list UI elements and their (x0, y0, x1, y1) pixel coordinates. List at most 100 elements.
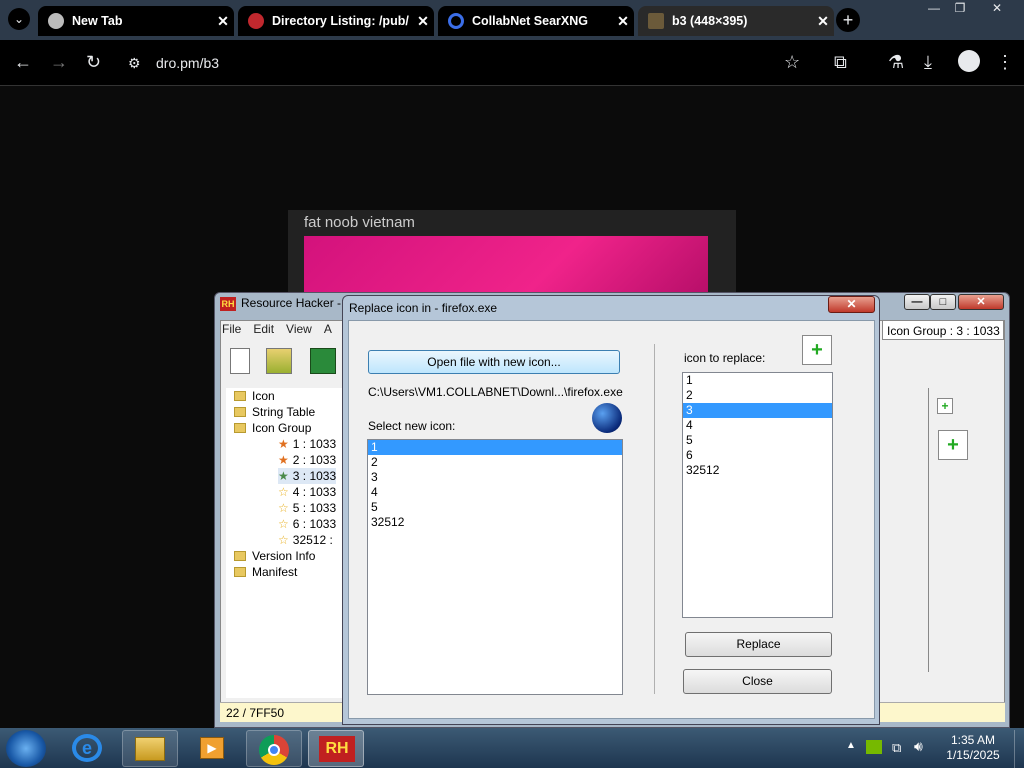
forward-icon[interactable]: → (50, 52, 68, 72)
save-file-icon[interactable] (310, 348, 336, 374)
network-icon[interactable]: ⧉ (892, 740, 901, 756)
menu-action[interactable]: A (324, 322, 332, 340)
tree-item-icon-group[interactable]: Icon Group (234, 420, 311, 436)
rh-minimize-button[interactable]: — (904, 294, 930, 310)
back-icon[interactable]: ← (14, 52, 32, 72)
reshacker-title: Resource Hacker - (241, 296, 342, 310)
window-minimize-button[interactable]: — (922, 2, 946, 16)
tree-item-icon-group-3[interactable]: ★ 3 : 1033 (278, 468, 337, 484)
list-item[interactable]: 32512 (683, 463, 832, 478)
replace-icon-list[interactable]: 1 2 3 4 5 6 32512 (682, 372, 833, 618)
menu-file[interactable]: File (222, 322, 241, 340)
tree-item-string-table[interactable]: String Table (234, 404, 315, 420)
close-tab-icon[interactable]: ✕ (612, 13, 634, 30)
url-text[interactable]: dro.pm/b3 (156, 55, 219, 71)
folder-icon (234, 391, 246, 401)
folder-icon (234, 551, 246, 561)
list-item[interactable]: 5 (368, 500, 622, 515)
tab-new-tab[interactable]: New Tab ✕ (38, 6, 234, 36)
chrome-icon (48, 13, 64, 29)
tab-b3[interactable]: b3 (448×395) ✕ (638, 6, 834, 36)
dialog-title: Replace icon in - firefox.exe (349, 301, 498, 315)
tab-directory-listing[interactable]: Directory Listing: /pub/ ✕ (238, 6, 434, 36)
dialog-close-icon[interactable]: ✕ (828, 296, 875, 313)
tree-item-manifest[interactable]: Manifest (234, 564, 297, 580)
rh-maximize-button[interactable]: □ (930, 294, 956, 310)
list-item[interactable]: 4 (683, 418, 832, 433)
new-file-icon[interactable] (230, 348, 250, 374)
menu-icon[interactable]: ⋮ (996, 52, 1014, 72)
open-file-icon[interactable] (266, 348, 292, 374)
list-item[interactable]: 3 (683, 403, 832, 418)
address-bar[interactable]: dro.pm/b3 (122, 48, 822, 78)
star-icon: ☆ (278, 517, 289, 531)
star-icon: ☆ (278, 485, 289, 499)
tree-item-version-info[interactable]: Version Info (234, 548, 315, 564)
tab-title: b3 (448×395) (672, 14, 748, 28)
file-explorer-icon[interactable] (122, 730, 178, 767)
extensions-icon[interactable]: ⧉ (834, 52, 847, 72)
tree-item-icon-group-1[interactable]: ★ 1 : 1033 (278, 436, 336, 452)
internet-explorer-icon[interactable]: e (62, 730, 118, 767)
open-file-button[interactable]: Open file with new icon... (368, 350, 620, 374)
start-button[interactable] (6, 730, 46, 767)
profile-avatar[interactable] (958, 50, 980, 72)
show-hidden-icons[interactable]: ▲ (846, 740, 856, 751)
list-item[interactable]: 1 (683, 373, 832, 388)
resource-hacker-taskbar-icon[interactable]: RH (308, 730, 364, 767)
displayed-image (304, 236, 708, 300)
close-button[interactable]: Close (683, 669, 832, 694)
labs-icon[interactable]: ⚗ (888, 52, 904, 72)
new-tab-button[interactable]: + (836, 8, 860, 32)
list-item[interactable]: 3 (368, 470, 622, 485)
media-player-icon[interactable]: ▶ (184, 730, 240, 767)
tab-search-button[interactable]: ⌄ (8, 8, 30, 30)
show-desktop-button[interactable] (1014, 730, 1024, 768)
menu-edit[interactable]: Edit (253, 322, 274, 340)
tree-item-icon-group-2[interactable]: ★ 2 : 1033 (278, 452, 336, 468)
reshacker-logo-icon: RH (220, 297, 236, 311)
window-close-button[interactable]: ✕ (986, 2, 1008, 16)
star-icon: ★ (278, 437, 289, 451)
star-icon: ☆ (278, 501, 289, 515)
window-restore-button[interactable]: ❐ (950, 2, 970, 16)
list-item[interactable]: 32512 (368, 515, 622, 530)
list-item[interactable]: 6 (683, 448, 832, 463)
icon-to-replace-label: icon to replace: (684, 351, 766, 365)
star-icon: ☆ (278, 533, 289, 547)
download-icon[interactable]: ⤓ (924, 52, 932, 72)
tree-item-icon-group-32512[interactable]: ☆ 32512 : (278, 532, 333, 548)
tree-item-icon-group-4[interactable]: ☆ 4 : 1033 (278, 484, 336, 500)
tab-title: CollabNet SearXNG (472, 14, 589, 28)
list-item[interactable]: 5 (683, 433, 832, 448)
rh-close-button[interactable]: ✕ (958, 294, 1004, 310)
nvidia-icon[interactable] (866, 740, 882, 754)
close-tab-icon[interactable]: ✕ (212, 13, 234, 30)
chrome-taskbar-icon[interactable] (246, 730, 302, 767)
list-item[interactable]: 2 (683, 388, 832, 403)
folder-open-icon (234, 423, 246, 433)
list-item[interactable]: 4 (368, 485, 622, 500)
tab-searxng[interactable]: CollabNet SearXNG ✕ (438, 6, 634, 36)
system-clock[interactable]: 1:35 AM 1/15/2025 (938, 733, 1008, 763)
tree-item-icon-group-5[interactable]: ☆ 5 : 1033 (278, 500, 336, 516)
new-icon-list[interactable]: 1 2 3 4 5 32512 (367, 439, 623, 695)
select-new-icon-label: Select new icon: (368, 419, 456, 433)
list-item[interactable]: 2 (368, 455, 622, 470)
reload-icon[interactable]: ↻ (86, 52, 101, 72)
close-tab-icon[interactable]: ✕ (812, 13, 834, 30)
list-item[interactable]: 1 (368, 440, 622, 455)
close-tab-icon[interactable]: ✕ (412, 13, 434, 30)
divider (654, 344, 655, 694)
image-icon (648, 13, 664, 29)
tab-title: Directory Listing: /pub/ (272, 14, 409, 28)
tree-item-icon[interactable]: Icon (234, 388, 275, 404)
add-icon[interactable]: + (802, 335, 832, 365)
add-icon[interactable]: + (937, 398, 953, 414)
tree-item-icon-group-6[interactable]: ☆ 6 : 1033 (278, 516, 336, 532)
volume-icon[interactable]: 🔊︎ (914, 738, 923, 755)
replace-button[interactable]: Replace (685, 632, 832, 657)
clock-date: 1/15/2025 (946, 748, 1000, 762)
add-large-icon[interactable]: + (938, 430, 968, 460)
menu-view[interactable]: View (286, 322, 312, 340)
